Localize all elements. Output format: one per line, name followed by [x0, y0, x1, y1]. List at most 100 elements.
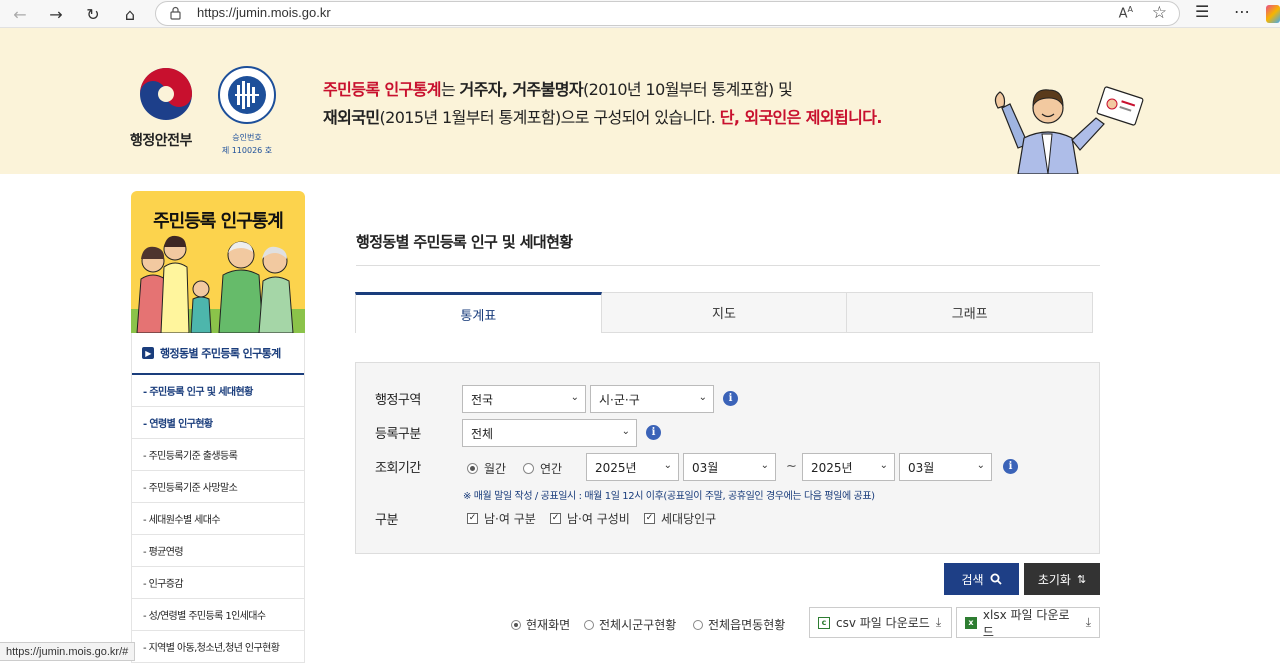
- sidebar-item-birth-registration[interactable]: - 주민등록기준 출생등록: [132, 439, 304, 471]
- search-button-label: 검색: [961, 572, 984, 587]
- sidebar-item-age-population[interactable]: - 연령별 인구현황: [132, 407, 304, 439]
- statistics-seal-icon: [218, 66, 276, 124]
- sidebar-main-label: 행정동별 주민등록 인구통계: [160, 347, 281, 360]
- info-icon[interactable]: i: [723, 391, 738, 406]
- reset-arrows-icon: ⇅: [1076, 572, 1087, 586]
- radio-selected-icon: [511, 619, 521, 630]
- address-bar[interactable]: https://jumin.mois.go.kr AA ☆: [155, 1, 1180, 26]
- more-icon[interactable]: ⋯: [1234, 2, 1250, 21]
- lock-icon: [170, 6, 181, 20]
- tab-graph[interactable]: 그래프: [847, 292, 1094, 333]
- forward-icon[interactable]: →: [44, 2, 68, 26]
- to-month-value: 03월: [908, 460, 935, 475]
- to-month-select[interactable]: 03월 ⌄: [899, 453, 992, 481]
- chevron-down-icon: ⌄: [570, 392, 579, 403]
- from-month-value: 03월: [692, 460, 719, 475]
- search-button[interactable]: 검색: [944, 563, 1019, 595]
- period-yearly-radio[interactable]: 연간: [523, 460, 562, 477]
- search-icon: [990, 573, 1002, 585]
- view-eupmyeondong-radio[interactable]: 전체읍면동현황: [693, 616, 785, 633]
- gender-split-checkbox[interactable]: ✓ 남·여 구분: [467, 510, 536, 527]
- gender-ratio-label: 남·여 구성비: [567, 512, 630, 526]
- gender-ratio-checkbox[interactable]: ✓ 남·여 구성비: [550, 510, 630, 527]
- radio-icon: [693, 619, 703, 630]
- sidebar-item-single-households[interactable]: - 성/연령별 주민등록 1인세대수: [132, 599, 304, 631]
- sidebar-item-death-cancellation[interactable]: - 주민등록기준 사망말소: [132, 471, 304, 503]
- excel-file-icon: x: [965, 616, 977, 629]
- csv-download-button[interactable]: c csv 파일 다운로드 ⤓: [809, 607, 952, 638]
- xlsx-download-label: xlsx 파일 다운로드: [982, 607, 1070, 639]
- sidebar-item-average-age[interactable]: - 평균연령: [132, 535, 304, 567]
- approval-label: 승인번호: [232, 133, 262, 142]
- region-select-value: 전국: [471, 392, 494, 407]
- chevron-down-icon: ⌄: [976, 460, 985, 471]
- view-eupmyeondong-label: 전체읍면동현황: [708, 618, 786, 632]
- page-title: 행정동별 주민등록 인구 및 세대현황: [356, 233, 573, 251]
- period-yearly-label: 연간: [540, 462, 563, 476]
- to-year-select[interactable]: 2025년 ⌄: [802, 453, 895, 481]
- checkmark-icon: ✓: [550, 513, 561, 524]
- view-sigungu-label: 전체시군구현황: [599, 618, 677, 632]
- info-icon[interactable]: i: [1003, 459, 1018, 474]
- chevron-down-icon: ⌄: [621, 426, 630, 437]
- chevron-down-icon: ⌄: [663, 460, 672, 471]
- sidebar-item-population-households[interactable]: - 주민등록 인구 및 세대현황: [132, 375, 304, 407]
- tab-map[interactable]: 지도: [601, 292, 848, 333]
- mois-logo[interactable]: 행정안전부: [130, 66, 194, 150]
- subregion-select-value: 시·군·구: [599, 392, 640, 407]
- regtype-select[interactable]: 전체 ⌄: [462, 419, 637, 447]
- csv-download-label: csv 파일 다운로드: [836, 616, 930, 630]
- view-current-label: 현재화면: [526, 618, 571, 632]
- tab-table[interactable]: 통계표: [355, 292, 602, 333]
- per-household-label: 세대당인구: [661, 512, 717, 526]
- sidebar-nav: ▶ 행정동별 주민등록 인구통계 - 주민등록 인구 및 세대현황 - 연령별 …: [131, 333, 305, 663]
- from-year-value: 2025년: [595, 460, 637, 475]
- reset-button-label: 초기화: [1037, 572, 1071, 587]
- taegeuk-icon: [140, 68, 192, 120]
- sidebar-item-population-change[interactable]: - 인구증감: [132, 567, 304, 599]
- csv-file-icon: c: [818, 616, 830, 629]
- chevron-right-icon: ▶: [142, 347, 154, 359]
- search-form: 행정구역 전국 ⌄ 시·군·구 ⌄ i 등록구분 전체 ⌄ i 조회기간 월간 …: [355, 362, 1100, 554]
- link-status-bar: https://jumin.mois.go.kr/#: [0, 642, 136, 661]
- range-tilde: ~: [786, 459, 797, 474]
- sidebar-header: 주민등록 인구통계: [131, 191, 305, 333]
- home-icon[interactable]: ⌂: [118, 2, 142, 26]
- sidebar-item-youth-population[interactable]: - 지역별 아동,청소년,청년 인구현황: [132, 631, 304, 663]
- view-sigungu-radio[interactable]: 전체시군구현황: [584, 616, 676, 633]
- favorite-star-icon[interactable]: ☆: [1152, 3, 1167, 23]
- publication-note: ※ 매월 말일 작성 / 공표일시 : 매월 1일 12시 이후(공표일이 주말…: [463, 491, 875, 502]
- chevron-down-icon: ⌄: [760, 460, 769, 471]
- top-banner: 행정안전부 승인번호 제 110026 호 주민등록 인구통계는 거주자, 거주…: [0, 28, 1280, 174]
- region-select[interactable]: 전국 ⌄: [462, 385, 586, 413]
- regtype-label: 등록구분: [375, 427, 421, 442]
- per-household-checkbox[interactable]: ✓ 세대당인구: [644, 510, 716, 527]
- subregion-select[interactable]: 시·군·구 ⌄: [590, 385, 714, 413]
- category-label: 구분: [375, 513, 398, 528]
- from-year-select[interactable]: 2025년 ⌄: [586, 453, 679, 481]
- radio-icon: [523, 463, 534, 474]
- mois-name: 행정안전부: [130, 133, 192, 149]
- banner-notice: 주민등록 인구통계는 거주자, 거주불명자(2010년 10월부터 통계포함) …: [323, 80, 882, 127]
- period-monthly-radio[interactable]: 월간: [467, 460, 506, 477]
- favorites-icon[interactable]: ☰: [1195, 2, 1209, 21]
- back-icon[interactable]: ←: [8, 2, 32, 26]
- radio-selected-icon: [467, 463, 478, 474]
- man-holding-id-card-illustration: [994, 86, 1144, 174]
- sidebar-main-item[interactable]: ▶ 행정동별 주민등록 인구통계: [132, 333, 304, 375]
- extension-icon[interactable]: [1266, 5, 1280, 23]
- read-aloud-icon[interactable]: AA: [1119, 5, 1133, 21]
- view-tabs: 통계표 지도 그래프: [355, 292, 1094, 333]
- view-current-radio[interactable]: 현재화면: [511, 616, 570, 633]
- download-icon: ⤓: [935, 615, 942, 629]
- chevron-down-icon: ⌄: [879, 460, 888, 471]
- refresh-icon[interactable]: ↻: [81, 2, 105, 26]
- sidebar-item-household-size[interactable]: - 세대원수별 세대수: [132, 503, 304, 535]
- period-monthly-label: 월간: [484, 462, 507, 476]
- from-month-select[interactable]: 03월 ⌄: [683, 453, 776, 481]
- info-icon[interactable]: i: [646, 425, 661, 440]
- reset-button[interactable]: 초기화 ⇅: [1024, 563, 1100, 595]
- xlsx-download-button[interactable]: x xlsx 파일 다운로드 ⤓: [956, 607, 1100, 639]
- national-statistics-logo: 승인번호 제 110026 호: [216, 65, 278, 155]
- regtype-select-value: 전체: [471, 426, 494, 441]
